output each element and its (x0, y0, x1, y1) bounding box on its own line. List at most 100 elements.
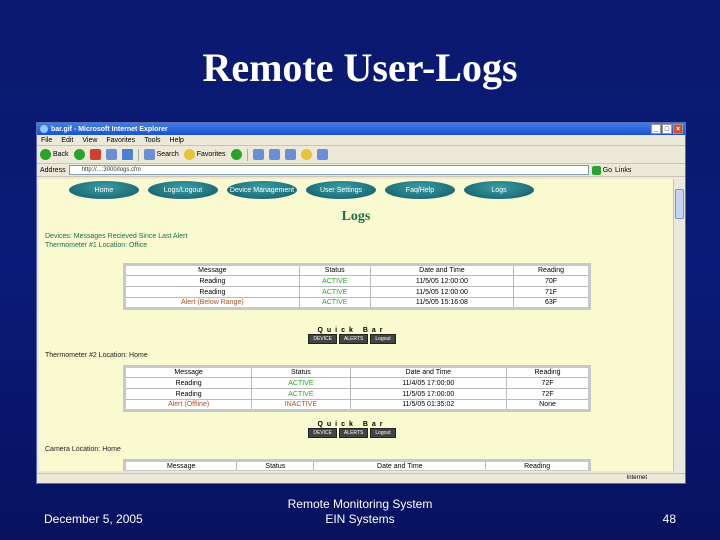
log-table-camera: Message Status Date and Time Reading (123, 459, 591, 471)
logout-button[interactable]: Logout (370, 334, 396, 344)
close-icon[interactable]: × (673, 124, 683, 134)
go-button[interactable]: Go (591, 165, 613, 175)
back-arrow-icon (40, 149, 51, 160)
alerts-button[interactable]: ALERTS (338, 428, 369, 438)
col-message: Message (123, 460, 238, 471)
links-label[interactable]: Links (615, 167, 631, 174)
cell-datetime: 11/4/05 17:00:00 (349, 377, 508, 389)
edit-icon[interactable] (284, 149, 296, 160)
table-row: Reading ACTIVE 11/4/05 17:00:00 72F (123, 377, 590, 389)
cell-status: ACTIVE (298, 297, 371, 309)
minimize-icon[interactable]: _ (651, 124, 661, 134)
footer-date: December 5, 2005 (44, 512, 143, 526)
refresh-icon[interactable] (105, 149, 117, 160)
nav-faq-help[interactable]: Faq/Help (385, 181, 455, 199)
section-label-thermometer-2: Thermometer #2 Location: Home (45, 352, 148, 359)
col-status: Status (236, 460, 315, 471)
search-label: Search (156, 151, 179, 158)
back-button[interactable]: Back (40, 149, 69, 160)
device-button[interactable]: DEVICE (308, 428, 337, 438)
search-icon (143, 149, 155, 160)
cell-status: ACTIVE (298, 286, 371, 298)
discuss-icon[interactable] (300, 149, 312, 160)
history-icon[interactable] (230, 149, 242, 160)
cell-reading: 71F (513, 286, 590, 298)
section-label-thermometer-1: Thermometer #1 Location: Office (45, 242, 148, 249)
address-bar: Address http://...:3000/logs.cfm Go Link… (37, 164, 685, 177)
menu-help[interactable]: Help (170, 137, 184, 144)
col-status: Status (298, 264, 371, 276)
web-page: Home Logs/Logout Device Management User … (39, 179, 673, 471)
nav-logs[interactable]: Logs (464, 181, 534, 199)
cell-status: ACTIVE (298, 275, 371, 287)
mail-icon[interactable] (252, 149, 264, 160)
window-title: bar.gif - Microsoft Internet Explorer (51, 125, 168, 133)
go-label: Go (602, 166, 613, 174)
footer-line-1: Remote Monitoring System (287, 497, 433, 511)
menu-view[interactable]: View (82, 137, 97, 144)
menu-tools[interactable]: Tools (144, 137, 160, 144)
vertical-scrollbar[interactable] (673, 179, 684, 471)
address-input[interactable]: http://...:3000/logs.cfm (68, 165, 589, 175)
log-table-thermometer-2: Message Status Date and Time Reading Rea… (123, 365, 591, 412)
stop-icon[interactable] (89, 149, 101, 160)
toolbar-separator (137, 148, 139, 161)
alerts-button[interactable]: ALERTS (338, 334, 369, 344)
nav-logs-logout[interactable]: Logs/Logout (148, 181, 218, 199)
status-zone: Internet (626, 475, 647, 481)
nav-user-settings[interactable]: User Settings (306, 181, 376, 199)
nav-home[interactable]: Home (69, 181, 139, 199)
quick-bar-title: Quick Bar (317, 421, 387, 428)
col-datetime: Date and Time (369, 264, 515, 276)
table-header-row: Message Status Date and Time Reading (123, 366, 590, 378)
menu-file[interactable]: File (41, 137, 52, 144)
col-reading: Reading (485, 460, 590, 471)
cell-reading: 72F (506, 388, 590, 400)
table-header-row: Message Status Date and Time Reading (123, 460, 590, 471)
logout-button[interactable]: Logout (370, 428, 396, 438)
scrollbar-thumb[interactable] (675, 189, 684, 219)
search-button[interactable]: Search (143, 149, 179, 160)
quick-bar-buttons: DEVICE ALERTS Logout (291, 334, 413, 344)
col-reading: Reading (506, 366, 590, 378)
footer-line-2: EIN Systems (325, 512, 395, 526)
col-datetime: Date and Time (349, 366, 508, 378)
cell-datetime: 11/5/05 15:16:08 (369, 297, 515, 309)
cell-status: INACTIVE (251, 399, 351, 411)
cell-message: Reading (124, 286, 300, 298)
print-icon[interactable] (268, 149, 280, 160)
table-row: Reading ACTIVE 11/5/05 17:00:00 72F (123, 388, 590, 400)
menu-edit[interactable]: Edit (61, 137, 73, 144)
cell-reading: 70F (513, 275, 590, 287)
browser-titlebar: bar.gif - Microsoft Internet Explorer _ … (37, 123, 685, 135)
col-message: Message (124, 264, 300, 276)
maximize-icon[interactable]: □ (662, 124, 672, 134)
cell-message: Alert (Below Range) (124, 297, 300, 309)
forward-arrow-icon[interactable] (73, 149, 85, 160)
favorites-button[interactable]: Favorites (183, 149, 226, 160)
table-row: Alert (Offline) INACTIVE 11/5/05 01:35:0… (123, 399, 590, 411)
cell-message: Alert (Offline) (123, 399, 253, 411)
quick-bar-title: Quick Bar (317, 327, 387, 334)
browser-window: bar.gif - Microsoft Internet Explorer _ … (36, 122, 686, 484)
slide-title: Remote User-Logs (202, 45, 518, 90)
device-button[interactable]: DEVICE (308, 334, 337, 344)
col-reading: Reading (513, 264, 590, 276)
back-label: Back (53, 151, 69, 158)
menu-favorites[interactable]: Favorites (106, 137, 135, 144)
nav-device-management[interactable]: Device Management (227, 181, 297, 199)
section-label-camera: Camera Location: Home (45, 446, 121, 453)
table-row: Reading ACTIVE 11/5/05 12:00:00 70F (124, 275, 590, 287)
quick-bar: Quick Bar DEVICE ALERTS Logout (291, 327, 413, 344)
favorites-label: Favorites (196, 151, 226, 158)
table-row: Reading ACTIVE 11/5/05 12:00:00 71F (124, 286, 590, 298)
cell-datetime: 11/5/05 12:00:00 (369, 275, 515, 287)
cell-reading: 72F (506, 377, 590, 389)
col-message: Message (123, 366, 253, 378)
home-icon[interactable] (121, 149, 133, 160)
messenger-icon[interactable] (316, 149, 328, 160)
table-row: Alert (Below Range) ACTIVE 11/5/05 15:16… (124, 297, 590, 309)
cell-message: Reading (123, 388, 253, 400)
footer-center: Remote Monitoring System EIN Systems (250, 497, 470, 527)
quick-bar-buttons: DEVICE ALERTS Logout (291, 428, 413, 438)
